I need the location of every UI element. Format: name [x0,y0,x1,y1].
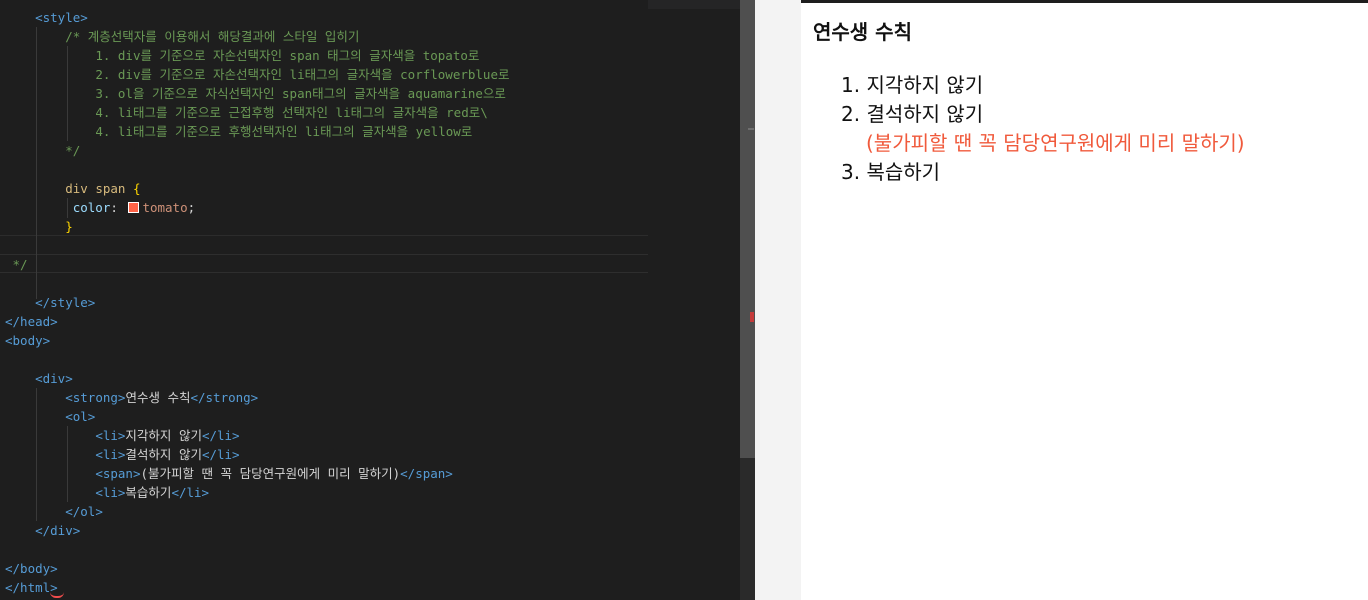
code-line[interactable]: </body> [5,559,58,578]
code-token: */ [65,143,81,158]
code-line[interactable]: <li>지각하지 않기</li> [5,426,240,445]
list-item-text: 결석하지 않기 [866,102,984,126]
code-token: </head> [5,314,58,329]
color-swatch[interactable] [128,202,140,213]
code-token: color [72,200,111,215]
code-token: <style> [35,10,88,25]
browser-preview: 연수생 수칙 1. 지각하지 않기 2. 결석하지 않기 (불가피할 땐 꼭 담… [801,3,1368,600]
list-item: 3. 복습하기 [841,156,940,185]
code-token: </li> [171,485,210,500]
code-token: </style> [35,295,96,310]
list-marker: 2. [841,102,861,126]
list-note-span: (불가피할 땐 꼭 담당연구원에게 미리 말하기) [866,131,1245,155]
preview-title: 연수생 수칙 [813,20,912,44]
code-line[interactable]: <ol> [5,407,95,426]
editor-scrollbar-thumb[interactable] [740,0,755,458]
code-token: : [110,200,126,215]
code-token: <li> [95,485,126,500]
current-line-highlight [0,254,648,273]
code-token: tomato [142,200,188,215]
error-squiggle [50,592,64,598]
code-token: ; [187,200,196,215]
list-marker: 3. [841,160,861,184]
code-token: </strong> [190,390,259,405]
code-token: /* 계층선택자를 이용해서 해당결과에 스타일 입히기 [65,29,360,44]
preview-gutter [755,0,801,600]
scrollbar-error-marker [750,312,754,322]
code-token: 1. div를 기준으로 자손선택자인 span 태그의 글자색을 topato… [95,48,480,63]
code-line[interactable]: 2. div를 기준으로 자손선택자인 li태그의 글자색을 corflower… [5,65,509,84]
list-item-text: 지각하지 않기 [866,73,984,97]
code-token: </ol> [65,504,103,519]
list-item-text: 복습하기 [866,160,941,184]
code-line[interactable]: /* 계층선택자를 이용해서 해당결과에 스타일 입히기 [5,27,359,46]
code-token: <li> [95,428,126,443]
code-editor[interactable]: <style> /* 계층선택자를 이용해서 해당결과에 스타일 입히기 1. … [0,0,740,600]
code-line[interactable]: </ol> [5,502,103,521]
code-token: <body> [5,333,51,348]
code-token: 복습하기 [125,485,172,500]
code-line[interactable]: 4. li태그를 기준으로 후행선택자인 li태그의 글자색을 yellow로 [5,122,472,141]
code-line[interactable]: <span>(불가피할 땐 꼭 담당연구원에게 미리 말하기)</span> [5,464,453,483]
code-token: 3. ol을 기준으로 자식선택자인 span태그의 글자색을 aquamari… [95,86,506,101]
code-line[interactable]: <body> [5,331,50,350]
code-token: <div> [35,371,73,386]
line-separator [0,235,648,236]
code-line[interactable]: } [5,217,73,236]
code-line[interactable]: */ [5,255,28,274]
code-token: } [65,219,73,234]
list-marker: 1. [841,73,861,97]
code-line[interactable]: <strong>연수생 수칙</strong> [5,388,258,407]
code-token: 4. li태그를 기준으로 근접후행 선택자인 li태그의 글자색을 red로\ [95,105,488,120]
editor-top-strip [648,0,740,9]
code-token: </span> [400,466,453,481]
code-token: <ol> [65,409,96,424]
code-line[interactable]: <li>복습하기</li> [5,483,209,502]
code-token: 결석하지 않기 [125,447,202,462]
code-line[interactable]: div span { [5,179,140,198]
code-token: <li> [95,447,126,462]
code-token: (불가피할 땐 꼭 담당연구원에게 미리 말하기) [140,466,401,481]
list-item: 1. 지각하지 않기 [841,69,983,98]
code-token: div span [65,181,133,196]
list-item: 2. 결석하지 않기 [841,98,983,127]
code-line[interactable]: 3. ol을 기준으로 자식선택자인 span태그의 글자색을 aquamari… [5,84,506,103]
code-token: { [132,181,141,196]
code-line[interactable]: </style> [5,293,95,312]
code-line[interactable]: <div> [5,369,73,388]
code-token: 연수생 수칙 [125,390,191,405]
code-line[interactable]: 4. li태그를 기준으로 근접후행 선택자인 li태그의 글자색을 red로\ [5,103,488,122]
code-token: <strong> [65,390,126,405]
code-line[interactable]: 1. div를 기준으로 자손선택자인 span 태그의 글자색을 topato… [5,46,479,65]
code-line[interactable]: </div> [5,521,80,540]
code-token: 2. div를 기준으로 자손선택자인 li태그의 글자색을 corflower… [95,67,510,82]
code-line[interactable]: <style> [5,8,88,27]
code-token: </div> [35,523,81,538]
code-token: </li> [201,428,240,443]
code-token: 지각하지 않기 [125,428,202,443]
code-line[interactable]: color: tomato; [5,198,195,217]
code-token: </li> [201,447,240,462]
code-line[interactable]: <li>결석하지 않기</li> [5,445,240,464]
scrollbar-marker [748,128,754,130]
code-line[interactable]: */ [5,141,80,160]
code-token: </body> [5,561,58,576]
code-token: <span> [95,466,141,481]
code-token: */ [12,257,28,272]
code-line[interactable]: </head> [5,312,58,331]
code-token: 4. li태그를 기준으로 후행선택자인 li태그의 글자색을 yellow로 [95,124,473,139]
